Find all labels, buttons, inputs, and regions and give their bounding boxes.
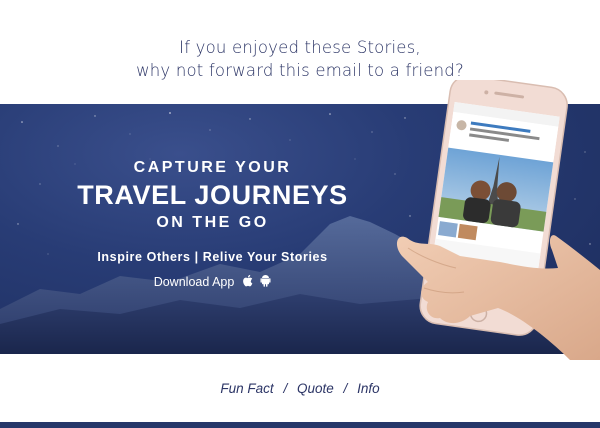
footer-link-quote[interactable]: Quote: [297, 381, 334, 396]
headline-bottom: ON THE GO: [156, 214, 269, 231]
footer-links: Fun Fact / Quote / Info: [0, 381, 600, 396]
android-icon[interactable]: [260, 274, 271, 290]
footer-separator: /: [283, 381, 288, 396]
footer-link-info[interactable]: Info: [357, 381, 380, 396]
apple-icon[interactable]: [242, 274, 253, 290]
download-app-row[interactable]: Download App: [60, 274, 365, 290]
headline-main: TRAVEL JOURNEYS: [77, 180, 348, 210]
forward-note: If you enjoyed these Stories, why not fo…: [0, 36, 600, 82]
download-app-link[interactable]: Download App: [154, 275, 235, 289]
footer-link-fun-fact[interactable]: Fun Fact: [220, 381, 273, 396]
phone-in-hand-illustration: [396, 80, 600, 360]
forward-note-line2: why not forward this email to a friend?: [136, 61, 464, 80]
footer-separator: /: [343, 381, 348, 396]
forward-note-line1: If you enjoyed these Stories,: [179, 38, 421, 57]
promo-tagline: Inspire Others | Relive Your Stories: [97, 250, 328, 264]
bottom-divider-bar: [0, 422, 600, 428]
promo-headline: CAPTURE YOUR TRAVEL JOURNEYS ON THE GO: [60, 158, 365, 233]
headline-top: CAPTURE YOUR: [133, 159, 292, 176]
